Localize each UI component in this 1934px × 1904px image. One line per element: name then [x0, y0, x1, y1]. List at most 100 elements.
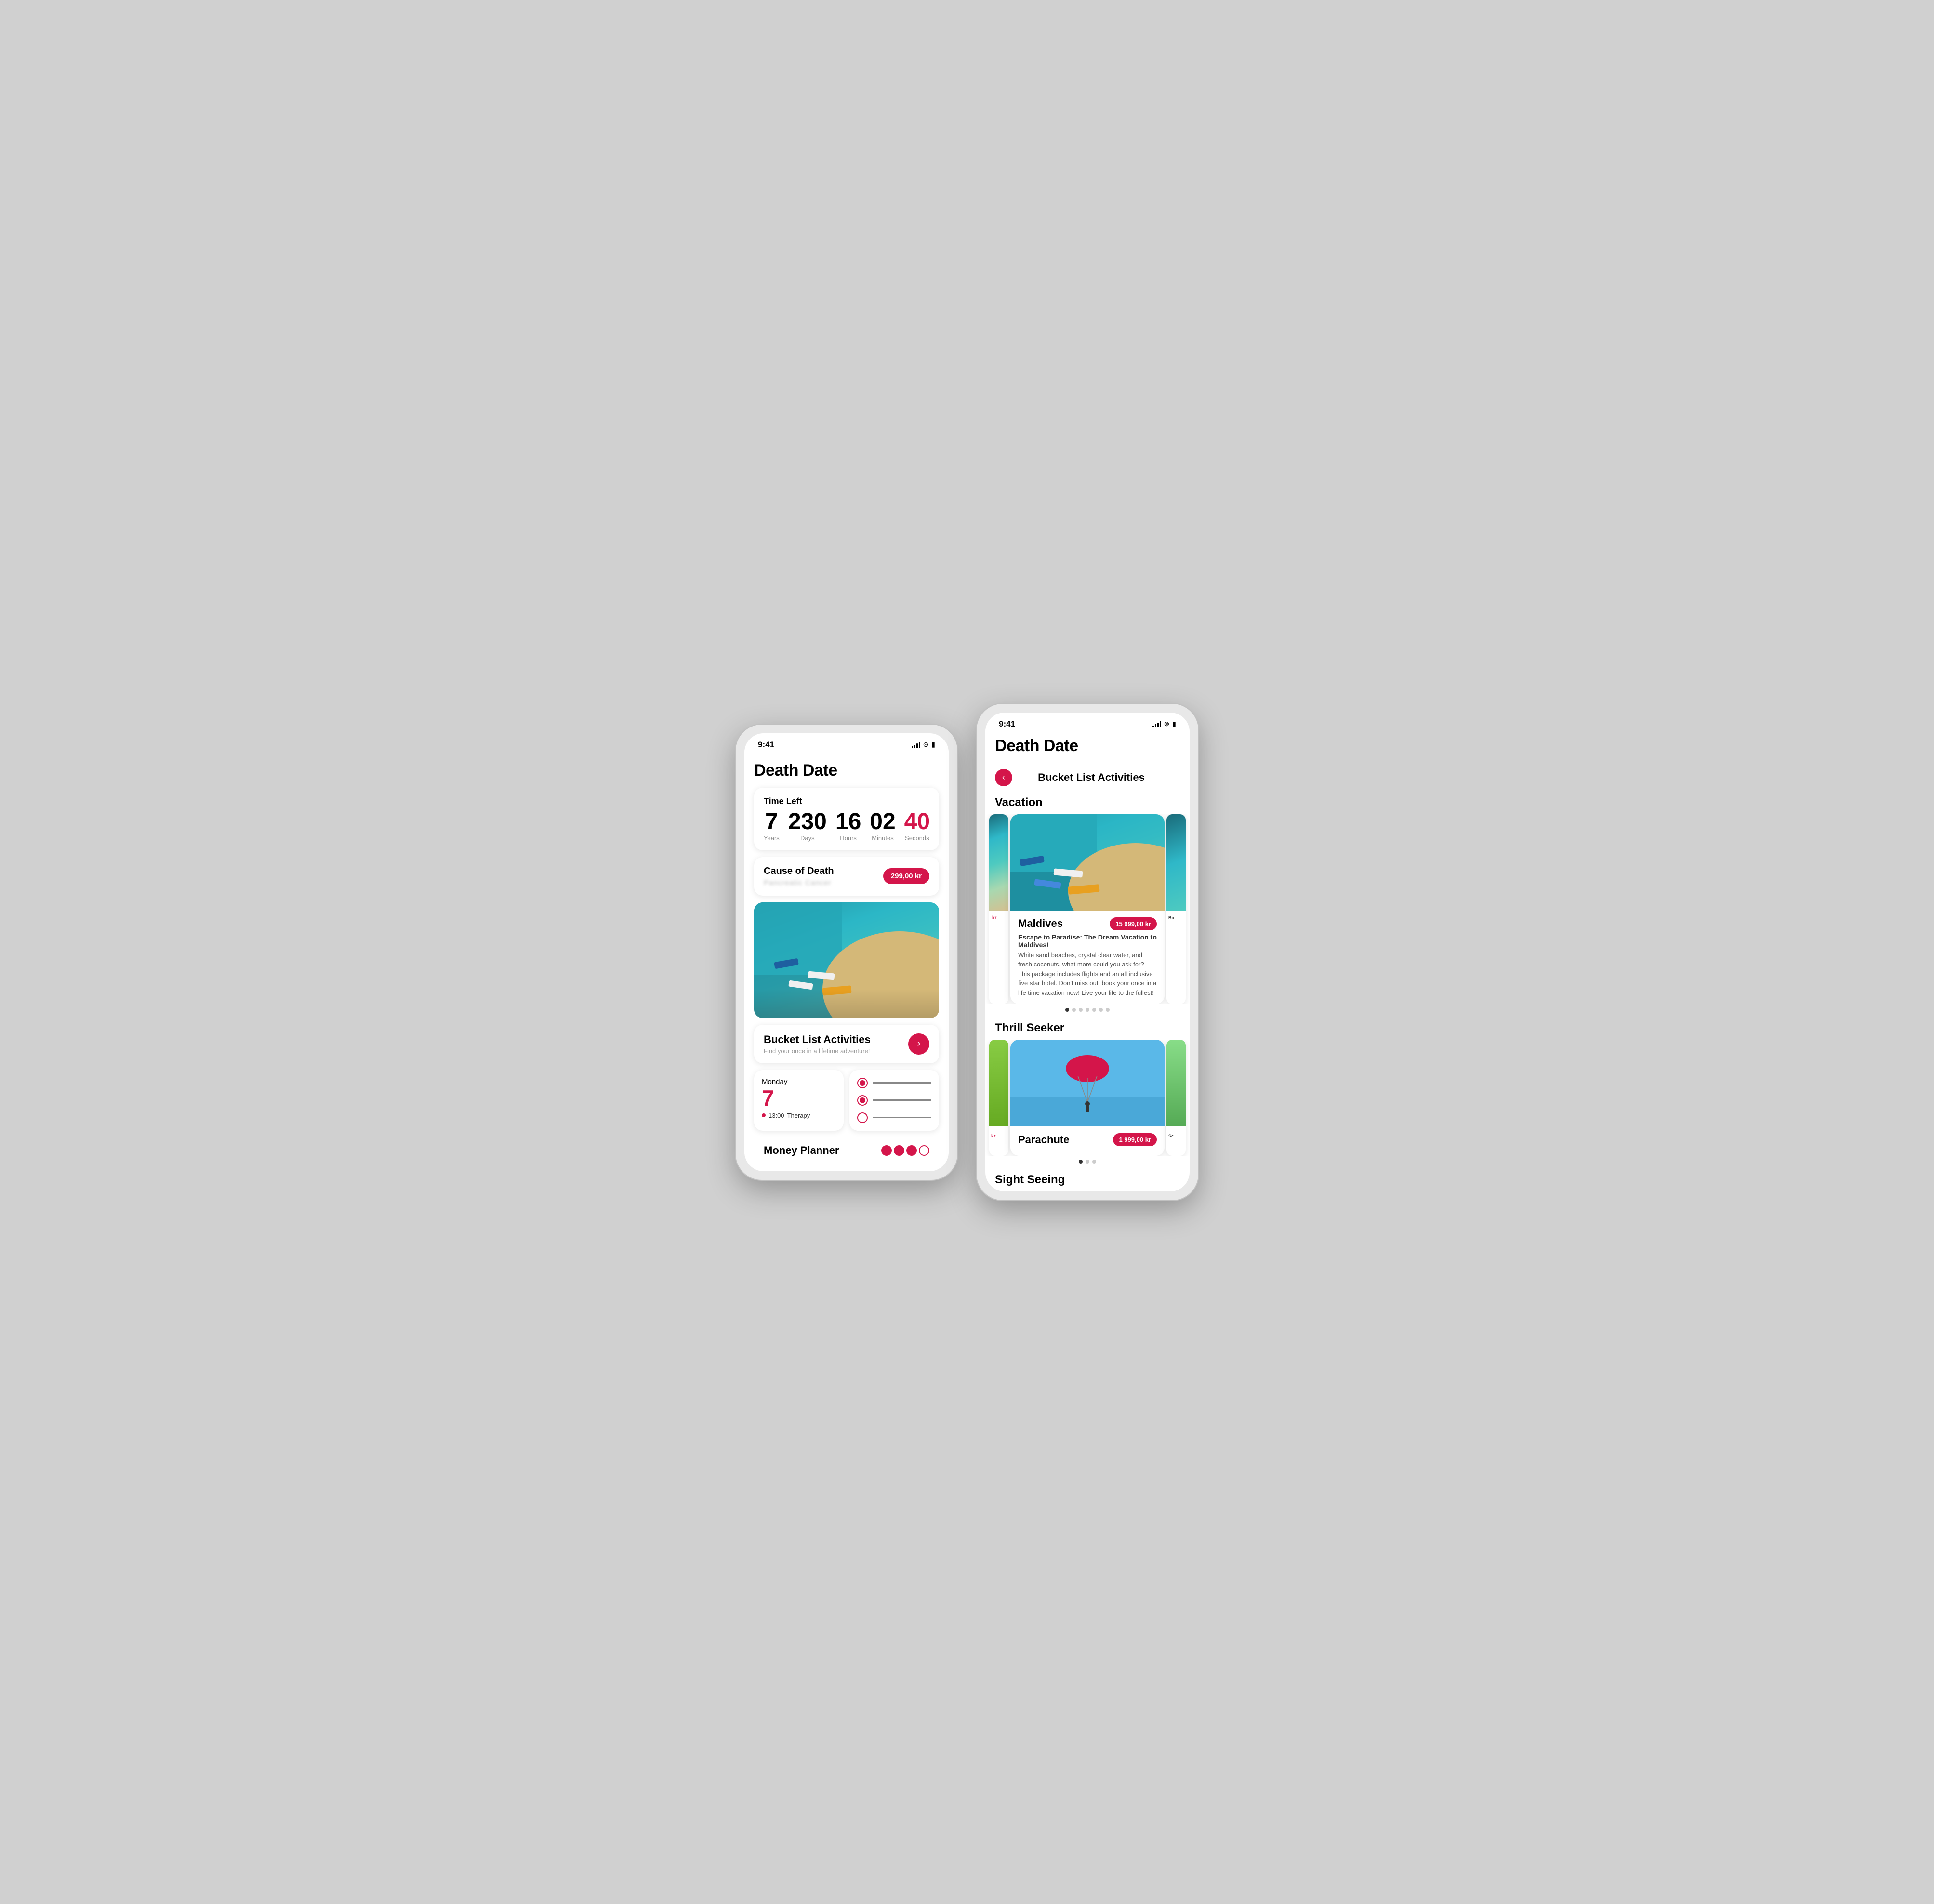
beach-image: [754, 902, 939, 1018]
hours-value: 16: [835, 810, 861, 833]
bucket-list-card: Bucket List Activities Find your once in…: [754, 1025, 939, 1063]
years-label: Years: [764, 834, 780, 842]
checklist-card: [849, 1070, 939, 1131]
check-row-1: [857, 1078, 931, 1088]
day-number: 7: [762, 1087, 836, 1109]
days-label: Days: [800, 834, 815, 842]
coin-3: [906, 1145, 917, 1156]
maldives-image: [1010, 814, 1165, 911]
status-bar-right: 9:41 ⊛ ▮: [985, 713, 1190, 733]
status-time-left: 9:41: [758, 740, 774, 750]
beach-image-card: [754, 902, 939, 1018]
check-line-1: [873, 1082, 931, 1084]
cause-of-death-card: Cause of Death Pancreatic Cancer 299,00 …: [754, 857, 939, 896]
left-phone: 9:41 ⊛ ▮ Death Date Time Left: [736, 725, 957, 1180]
status-icons-right: ⊛ ▮: [1152, 720, 1176, 728]
thrill-dots: [985, 1156, 1190, 1167]
time-left-card: Time Left 7 Years 230 Days 16 Hours: [754, 788, 939, 850]
right-phone: 9:41 ⊛ ▮ Death Date ‹ Bucket List Activi…: [977, 704, 1198, 1201]
check-row-2: [857, 1095, 931, 1106]
thrill-partial-right: Sc: [1166, 1040, 1186, 1156]
parachute-name: Parachute: [1018, 1134, 1069, 1146]
bucket-left: Bucket List Activities Find your once in…: [764, 1033, 871, 1055]
bucket-title: Bucket List Activities: [764, 1033, 871, 1046]
thrill-dot-1: [1079, 1160, 1083, 1164]
wifi-icon-right: ⊛: [1164, 720, 1170, 728]
days-value: 230: [788, 810, 827, 833]
maldives-price: 15 999,00 kr: [1110, 917, 1157, 930]
day-event: 13:00 Therapy: [762, 1112, 836, 1119]
cause-left: Cause of Death Pancreatic Cancer: [764, 866, 834, 887]
event-dot: [762, 1113, 766, 1117]
maldives-description: White sand beaches, crystal clear water,…: [1018, 951, 1157, 998]
battery-icon-right: ▮: [1172, 720, 1176, 728]
partial-left-card: kr: [989, 814, 1008, 1005]
dot-1: [1065, 1008, 1069, 1012]
check-line-2: [873, 1099, 931, 1101]
parachute-price: 1 999,00 kr: [1113, 1133, 1157, 1146]
signal-icon-right: [1152, 721, 1161, 727]
thrill-dot-2: [1086, 1160, 1089, 1164]
day-card: Monday 7 13:00 Therapy: [754, 1070, 844, 1131]
hours-label: Hours: [840, 834, 857, 842]
partial-right-card: Bo: [1166, 814, 1186, 1005]
thrill-partial-left: kr: [989, 1040, 1008, 1156]
dot-3: [1079, 1008, 1083, 1012]
right-header-title: Bucket List Activities: [1020, 771, 1163, 784]
money-planner-title: Money Planner: [764, 1144, 839, 1157]
years-value: 7: [765, 810, 778, 833]
hours-item: 16 Hours: [835, 810, 861, 842]
battery-icon: ▮: [931, 740, 935, 749]
coin-2: [894, 1145, 904, 1156]
right-header: ‹ Bucket List Activities: [985, 763, 1190, 790]
status-time-right: 9:41: [999, 719, 1015, 729]
coin-4: [919, 1145, 929, 1156]
dot-5: [1092, 1008, 1096, 1012]
wifi-icon: ⊛: [923, 740, 929, 749]
bucket-subtitle: Find your once in a lifetime adventure!: [764, 1047, 871, 1055]
dot-7: [1106, 1008, 1110, 1012]
bucket-arrow-button[interactable]: ›: [908, 1033, 929, 1055]
maldives-name: Maldives: [1018, 917, 1063, 930]
seconds-value: 40: [904, 810, 930, 833]
bottom-row: Monday 7 13:00 Therapy: [754, 1070, 939, 1131]
app-title-left: Death Date: [754, 761, 939, 780]
parachute-title-row: Parachute 1 999,00 kr: [1018, 1133, 1157, 1146]
money-planner-row: Money Planner: [754, 1137, 939, 1164]
cause-title: Cause of Death: [764, 866, 834, 877]
maldives-info: Maldives 15 999,00 kr Escape to Paradise…: [1010, 911, 1165, 1005]
checkbox-3[interactable]: [857, 1112, 868, 1123]
status-bar-left: 9:41 ⊛ ▮: [744, 733, 949, 754]
dot-6: [1099, 1008, 1103, 1012]
cause-price-badge[interactable]: 299,00 kr: [883, 868, 929, 884]
thrill-dot-3: [1092, 1160, 1096, 1164]
back-button[interactable]: ‹: [995, 769, 1012, 786]
days-item: 230 Days: [788, 810, 827, 842]
maldives-title-row: Maldives 15 999,00 kr: [1018, 917, 1157, 930]
sight-heading: Sight Seeing: [985, 1167, 1190, 1191]
minutes-value: 02: [870, 810, 895, 833]
event-name: Therapy: [787, 1112, 810, 1119]
signal-icon: [912, 741, 920, 748]
maldives-card[interactable]: Maldives 15 999,00 kr Escape to Paradise…: [1010, 814, 1165, 1005]
checkbox-1[interactable]: [857, 1078, 868, 1088]
day-name: Monday: [762, 1078, 836, 1086]
parachute-info: Parachute 1 999,00 kr: [1010, 1126, 1165, 1156]
thrill-heading: Thrill Seeker: [985, 1016, 1190, 1040]
dot-4: [1086, 1008, 1089, 1012]
check-line-3: [873, 1117, 931, 1118]
app-title-right: Death Date: [995, 737, 1180, 755]
checkbox-2[interactable]: [857, 1095, 868, 1106]
coins-row: [881, 1145, 929, 1156]
countdown-row: 7 Years 230 Days 16 Hours 02 Minutes: [764, 810, 929, 842]
cause-value: Pancreatic Cancer: [764, 879, 834, 887]
vacation-heading: Vacation: [985, 790, 1190, 814]
minutes-label: Minutes: [872, 834, 894, 842]
app-title-area-right: Death Date: [985, 733, 1190, 755]
time-left-heading: Time Left: [764, 796, 929, 807]
parachute-card[interactable]: Parachute 1 999,00 kr: [1010, 1040, 1165, 1156]
seconds-item: 40 Seconds: [904, 810, 930, 842]
minutes-item: 02 Minutes: [870, 810, 895, 842]
check-row-3: [857, 1112, 931, 1123]
years-item: 7 Years: [764, 810, 780, 842]
